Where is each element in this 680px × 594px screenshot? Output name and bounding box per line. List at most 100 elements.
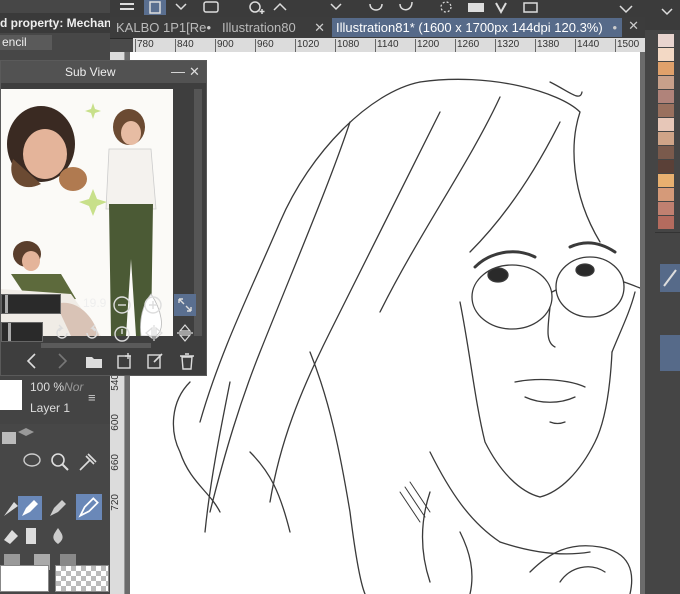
import-image-icon[interactable] (83, 350, 105, 372)
sub-view-panel: Sub View — ✕ 19.9 (0, 60, 207, 376)
redo-icon[interactable] (395, 0, 417, 15)
tool-property-title: d property: Mechanica (0, 13, 110, 33)
ruler-tick (135, 39, 136, 52)
new-canvas-icon[interactable] (144, 0, 166, 15)
rotate-right-icon[interactable] (81, 322, 103, 344)
layer-opacity-blend: 100 %Nor (30, 380, 83, 394)
ruler-label: 1200 (417, 39, 440, 50)
palette-swatch[interactable] (658, 188, 674, 201)
palette-swatch[interactable] (658, 104, 674, 117)
sub-view-titlebar[interactable]: Sub View — ✕ (1, 61, 206, 83)
undo-icon[interactable] (365, 0, 387, 15)
palette-swatch[interactable] (658, 160, 674, 173)
ruler-label: 600 (110, 414, 121, 431)
zoom-slider[interactable] (1, 294, 61, 314)
ruler-label: 1020 (297, 39, 320, 50)
mechanical-pencil-icon[interactable] (76, 494, 102, 520)
color-set (658, 34, 678, 234)
palette-swatch[interactable] (658, 202, 674, 215)
subtool-name-pencil[interactable]: encil (0, 35, 52, 50)
menu-icon[interactable] (116, 0, 138, 15)
rotate-left-icon[interactable] (51, 322, 73, 344)
ruler-label: 900 (217, 39, 234, 50)
brush-tool-icon[interactable] (46, 496, 70, 520)
rotate-slider[interactable] (1, 322, 43, 342)
close-icon[interactable]: ✕ (189, 64, 200, 80)
transparent-color-swatch[interactable] (55, 565, 109, 592)
lasso-fill-icon[interactable] (435, 0, 457, 15)
settings-icon[interactable] (615, 0, 637, 15)
palette-swatch[interactable] (658, 76, 674, 89)
chevron-down-icon[interactable] (657, 2, 677, 22)
layer-name[interactable]: Layer 1 (30, 401, 70, 415)
tab-label: Illustration80 (222, 20, 296, 35)
layer-move-icon[interactable] (14, 424, 38, 448)
next-icon[interactable] (51, 350, 73, 372)
palette-swatch[interactable] (658, 62, 674, 75)
pencil-tool-icon[interactable] (18, 496, 42, 520)
ruler-label: 840 (177, 39, 194, 50)
flip-horizontal-icon[interactable] (143, 322, 165, 344)
main-color-swatch[interactable] (0, 565, 49, 592)
pen-pressure-icon[interactable] (660, 264, 680, 292)
clear-selection-icon[interactable] (490, 0, 512, 15)
reset-rotation-icon[interactable] (111, 322, 133, 344)
zoom-in-icon[interactable] (142, 294, 164, 316)
select-all-icon[interactable] (520, 0, 542, 15)
ruler-label: 1260 (457, 39, 480, 50)
minimize-icon[interactable]: — (171, 63, 185, 79)
ruler-label: 1140 (377, 39, 399, 50)
navigation-row (1, 347, 206, 375)
close-icon[interactable]: ✕ (314, 18, 325, 37)
ruler-tick (215, 39, 216, 52)
ruler-tick (295, 39, 296, 52)
ruler-tick (375, 39, 376, 52)
palette-swatch[interactable] (658, 174, 674, 187)
palette-swatch[interactable] (658, 132, 674, 145)
open-image-icon[interactable] (114, 350, 136, 372)
blend-tool-icon[interactable] (20, 524, 44, 548)
tab-label: KALBO 1P1[Re (116, 20, 207, 35)
layer-opacity: 100 % (30, 380, 65, 394)
palette-swatch[interactable] (658, 216, 674, 229)
ruler-label: 1320 (497, 39, 520, 50)
zoom-slider-handle[interactable] (5, 295, 8, 313)
rotate-slider-handle[interactable] (8, 323, 11, 341)
ruler-tick (455, 39, 456, 52)
selected-sub-tool[interactable] (660, 335, 680, 371)
fill-tool-icon[interactable] (46, 524, 70, 548)
transform-icon[interactable] (270, 0, 292, 15)
palette-swatch[interactable] (658, 90, 674, 103)
previous-icon[interactable] (21, 350, 43, 372)
chevron-down-icon[interactable] (325, 0, 347, 15)
close-icon[interactable]: ✕ (628, 18, 639, 34)
palette-swatch[interactable] (658, 118, 674, 131)
selection-icon[interactable] (465, 0, 487, 15)
layer-menu-icon[interactable]: ≡ (88, 390, 96, 405)
fit-view-icon[interactable] (174, 294, 196, 316)
lasso-icon[interactable] (20, 450, 44, 474)
ruler-label: 660 (110, 454, 121, 471)
ruler-tick (175, 39, 176, 52)
eyedropper-icon[interactable] (76, 450, 100, 474)
magnifier-icon[interactable] (48, 450, 72, 474)
palette-swatch[interactable] (658, 48, 674, 61)
zoom-out-icon[interactable] (111, 294, 133, 316)
layer-thumbnail[interactable] (0, 380, 22, 410)
tab-illustration81[interactable]: Illustration81* (1600 x 1700px 144dpi 12… (332, 18, 622, 37)
open-file-icon[interactable] (200, 0, 222, 15)
tab-label: Illustration81* (1600 x 1700px 144dpi 12… (336, 20, 603, 35)
palette-swatch[interactable] (658, 34, 674, 47)
palette-swatch[interactable] (658, 146, 674, 159)
tab-kalbo[interactable]: KALBO 1P1[Re • (112, 18, 216, 37)
modified-dot-icon: • (612, 20, 617, 35)
ruler-tick (415, 39, 416, 52)
zoom-row: 19.9 (1, 291, 206, 319)
trash-icon[interactable] (176, 350, 198, 372)
divider (655, 232, 680, 233)
flip-vertical-icon[interactable] (174, 322, 196, 344)
add-layer-icon[interactable] (245, 0, 267, 15)
edit-icon[interactable] (144, 350, 166, 372)
chevron-down-icon[interactable] (170, 0, 192, 15)
tab-illustration80[interactable]: Illustration80 ✕ (218, 18, 330, 37)
